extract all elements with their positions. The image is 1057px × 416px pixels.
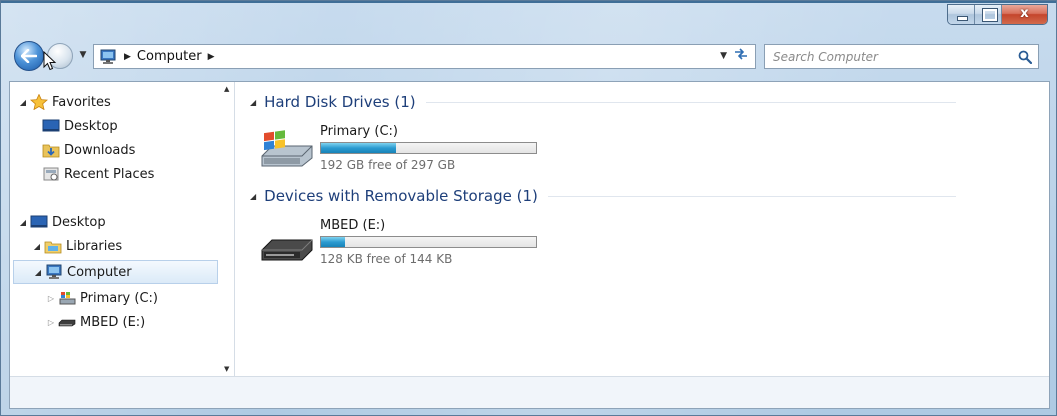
nav-item-label: Computer (67, 264, 132, 280)
navigation-scrollbar[interactable]: ▲ ▼ (221, 82, 235, 376)
address-history-dropdown-icon[interactable]: ▼ (720, 51, 727, 61)
scroll-up-icon[interactable]: ▲ (224, 85, 229, 93)
search-box[interactable] (764, 44, 1039, 69)
collapsed-arrow-icon[interactable]: ▷ (46, 318, 56, 327)
group-collapse-arrow-icon[interactable]: ◢ (250, 192, 256, 201)
drive-usage-fill (321, 237, 345, 247)
back-button[interactable] (14, 41, 44, 71)
nav-item-favorites[interactable]: ◢ Favorites (18, 90, 229, 114)
content-pane: ◢ Hard Disk Drives (1) Primary (C:) 192 … (236, 82, 1049, 376)
windows-drive-icon (58, 290, 76, 306)
nav-item-label: Downloads (64, 142, 136, 158)
desktop-icon (42, 118, 60, 134)
recent-places-icon (42, 166, 60, 182)
group-title: Devices with Removable Storage (1) (264, 187, 538, 205)
group-collapse-arrow-icon[interactable]: ◢ (250, 98, 256, 107)
expanded-arrow-icon[interactable]: ◢ (18, 218, 28, 227)
computer-icon (45, 264, 63, 280)
removable-drive-icon (58, 314, 76, 330)
downloads-folder-icon (42, 142, 60, 158)
nav-item-label: Desktop (64, 118, 118, 134)
explorer-client-area: ◢ Favorites Desktop Downloads Recent Pla… (9, 81, 1050, 409)
drive-usage-fill (321, 143, 397, 153)
refresh-icon[interactable] (731, 48, 751, 66)
removable-drive-icon (261, 239, 313, 261)
nav-item-label: Primary (C:) (80, 290, 158, 306)
scroll-down-icon[interactable]: ▼ (224, 365, 229, 373)
minimize-button[interactable] (948, 5, 975, 24)
breadcrumb-chevron-icon[interactable]: ▶ (124, 52, 131, 62)
nav-item-desktop[interactable]: ◢ Desktop (18, 210, 229, 234)
windows-drive-icon (261, 130, 313, 167)
nav-item-label: Favorites (52, 94, 111, 110)
close-icon: x (1020, 6, 1029, 21)
nav-item-recent-places[interactable]: Recent Places (40, 162, 251, 186)
drive-name: MBED (E:) (320, 218, 386, 233)
mouse-cursor-icon (43, 51, 57, 71)
nav-item-label: Recent Places (64, 166, 155, 182)
libraries-icon (44, 238, 62, 254)
desktop-icon (30, 214, 48, 230)
group-header-removable-storage[interactable]: ◢ Devices with Removable Storage (1) (250, 185, 956, 207)
navigation-pane: ◢ Favorites Desktop Downloads Recent Pla… (10, 82, 235, 376)
nav-item-libraries[interactable]: ◢ Libraries (32, 234, 243, 258)
star-icon (30, 93, 48, 111)
recent-pages-dropdown-icon[interactable]: ▼ (77, 48, 89, 62)
window-top-border (1, 1, 1056, 3)
drive-usage-bar (320, 236, 537, 248)
caption-buttons: x (947, 4, 1048, 25)
group-divider (547, 195, 956, 197)
address-bar[interactable]: ▶ Computer ▶ ▼ (93, 44, 756, 69)
group-title: Hard Disk Drives (1) (264, 93, 416, 111)
search-input[interactable] (773, 48, 1003, 66)
close-button[interactable]: x (1002, 5, 1047, 24)
explorer-window: x ▼ ▶ Computer ▶ ▼ ◢ (0, 0, 1057, 416)
nav-item-desktop-favorite[interactable]: Desktop (40, 114, 251, 138)
collapsed-arrow-icon[interactable]: ▷ (46, 294, 56, 303)
group-divider (425, 101, 956, 103)
drive-name: Primary (C:) (320, 124, 398, 139)
nav-item-label: MBED (E:) (80, 314, 146, 330)
group-header-hard-disk-drives[interactable]: ◢ Hard Disk Drives (1) (250, 91, 956, 113)
breadcrumb-computer[interactable]: Computer (137, 49, 202, 64)
nav-item-computer[interactable]: ◢ Computer (13, 260, 218, 284)
computer-icon (98, 49, 118, 65)
breadcrumb-chevron-icon[interactable]: ▶ (208, 52, 215, 62)
drive-usage-bar (320, 142, 537, 154)
drive-free-space: 128 KB free of 144 KB (320, 252, 453, 266)
maximize-button[interactable] (975, 5, 1002, 24)
details-pane (10, 376, 1049, 408)
nav-item-label: Libraries (66, 238, 123, 254)
drive-free-space: 192 GB free of 297 GB (320, 158, 456, 172)
search-icon[interactable] (1018, 50, 1032, 64)
expanded-arrow-icon[interactable]: ◢ (32, 242, 42, 251)
nav-item-label: Desktop (52, 214, 106, 230)
nav-item-downloads[interactable]: Downloads (40, 138, 251, 162)
back-arrow-icon (20, 48, 38, 64)
expanded-arrow-icon[interactable]: ◢ (18, 98, 28, 107)
expanded-arrow-icon[interactable]: ◢ (33, 268, 43, 277)
